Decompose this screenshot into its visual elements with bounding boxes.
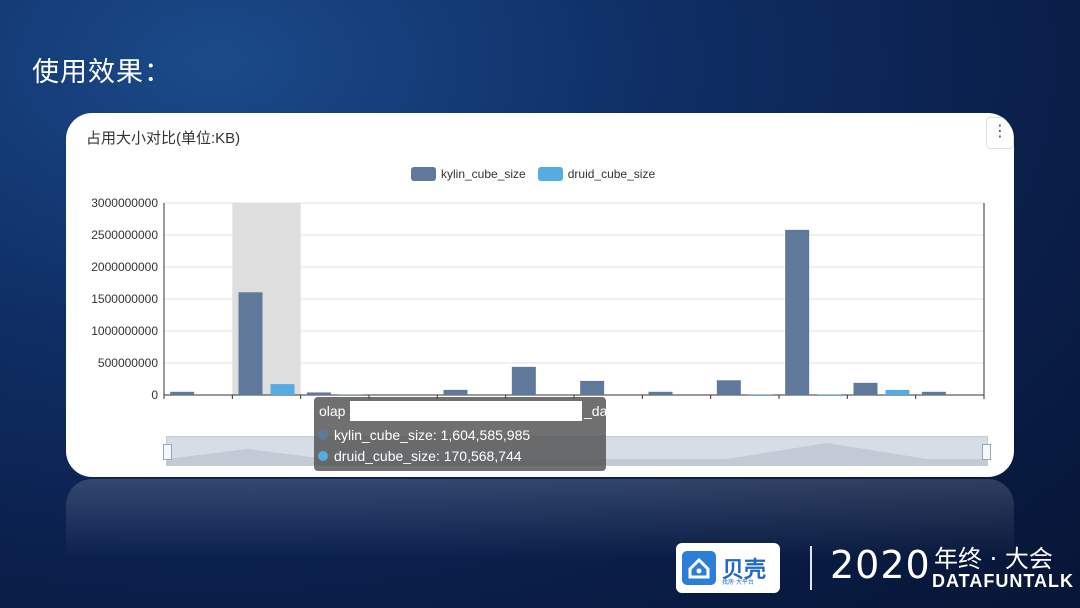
tooltip-text-druid: druid_cube_size: 170,568,744 <box>334 448 522 464</box>
y-tick-label: 1000000000 <box>91 324 158 338</box>
chart-tooltip: olap _da kylin_cube_size: 1,604,585,985 … <box>314 397 608 471</box>
chart-card: 占用大小对比(单位:KB) ⋮ kylin_cube_size druid_cu… <box>66 113 1014 477</box>
event-year: 2020 <box>830 543 931 587</box>
y-tick-label: 1500000000 <box>91 292 158 306</box>
zoom-handle-right[interactable] <box>982 444 991 460</box>
tooltip-title-suffix: _da <box>584 403 608 419</box>
y-tick-label: 3000000000 <box>91 196 158 210</box>
house-icon <box>682 551 716 585</box>
bar-kylin_cube_size-9 <box>785 229 810 395</box>
bar-kylin_cube_size-11 <box>921 391 946 395</box>
event-subtitle: DATAFUNTALK <box>932 571 1074 591</box>
bar-kylin_cube_size-1 <box>238 292 263 395</box>
footer-divider <box>810 546 812 590</box>
event-name: 年终 · 大会 <box>934 545 1053 573</box>
tooltip-title-prefix: olap <box>319 403 346 419</box>
tooltip-dot-druid <box>318 451 328 461</box>
bar-kylin_cube_size-6 <box>580 380 605 395</box>
bar-kylin_cube_size-8 <box>716 380 741 395</box>
tooltip-dot-kylin <box>318 430 328 440</box>
beike-logo: 贝壳 找房·大平台 <box>676 543 780 593</box>
bar-druid_cube_size-8 <box>748 394 773 395</box>
bar-kylin_cube_size-4 <box>443 389 468 395</box>
bar-druid_cube_size-9 <box>817 394 842 395</box>
bar-druid_cube_size-1 <box>270 384 295 395</box>
bar-kylin_cube_size-5 <box>511 366 536 395</box>
bar-druid_cube_size-10 <box>885 389 910 395</box>
y-tick-label: 2000000000 <box>91 260 158 274</box>
y-tick-label: 500000000 <box>98 356 158 370</box>
tooltip-row-druid: druid_cube_size: 170,568,744 <box>318 448 522 464</box>
bar-kylin_cube_size-0 <box>170 391 195 395</box>
tooltip-text-kylin: kylin_cube_size: 1,604,585,985 <box>334 427 531 443</box>
slide-title: 使用效果： <box>32 57 172 88</box>
bar-kylin_cube_size-7 <box>648 391 673 395</box>
tooltip-row-kylin: kylin_cube_size: 1,604,585,985 <box>318 427 530 443</box>
y-tick-label: 0 <box>151 388 158 402</box>
bar-kylin_cube_size-10 <box>853 382 878 395</box>
tooltip-redaction <box>350 401 582 421</box>
bar-kylin_cube_size-2 <box>306 392 331 395</box>
logo-subtext: 找房·大平台 <box>722 579 754 586</box>
y-tick-label: 2500000000 <box>91 228 158 242</box>
zoom-handle-left[interactable] <box>163 444 172 460</box>
